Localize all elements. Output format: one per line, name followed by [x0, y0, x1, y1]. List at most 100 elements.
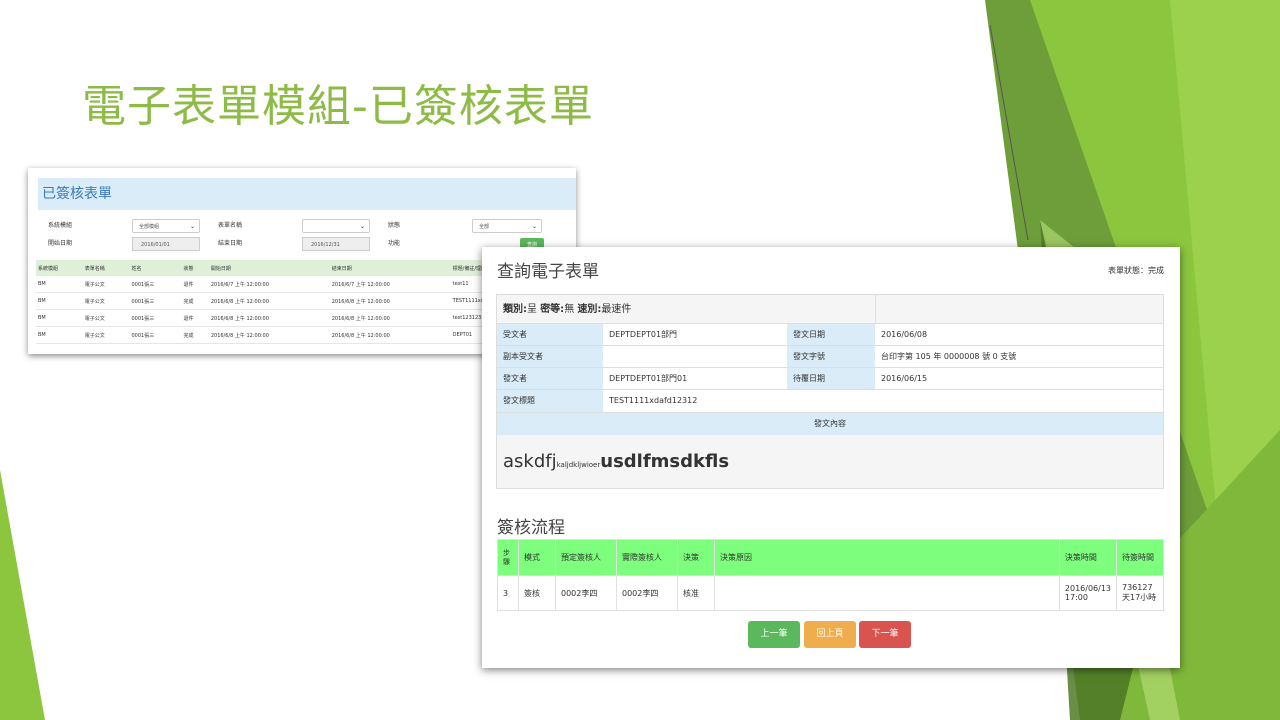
document-content: askdfjkaljdkljwioerusdlfmsdkfls [497, 435, 1163, 488]
category-label: 類別: [503, 304, 527, 315]
col-decision: 決策 [677, 539, 715, 576]
cell: 電子公文 [82, 276, 130, 293]
document-box: 類別:呈 密等:無 速別:最速件 受文者 DEPTDEPT01部門 發文日期 2… [496, 294, 1164, 489]
function-label: 功能 [388, 240, 401, 247]
cell: 0001張三 [129, 292, 182, 310]
chevron-down-icon: ⌄ [359, 223, 365, 230]
doc-no-value: 台印字第 105 年 0000008 號 0 支號 [881, 352, 1017, 361]
subject-label: 發文標題 [497, 390, 603, 412]
content-label: 發文內容 [497, 413, 1163, 435]
cell: 2016/6/8 上午 12:00:00 [208, 326, 330, 344]
content-part-3: usdlfmsdkfls [600, 451, 730, 472]
due-date-label: 待覆日期 [787, 368, 875, 389]
end-date-input[interactable]: 2016/12/31 [302, 237, 370, 251]
col-actual-approver: 實際簽核人 [616, 539, 678, 576]
system-module-value: 全部模組 [139, 224, 160, 230]
cell: 2016/6/7 上午 12:00:00 [208, 276, 330, 293]
col-decision-time: 決策時間 [1058, 539, 1118, 576]
field-row: 發文者 DEPTDEPT01部門01 待覆日期 2016/06/15 [497, 368, 1163, 390]
cell: 2016/6/8 上午 12:00:00 [208, 309, 330, 327]
form-name-select[interactable]: ⌄ [302, 219, 370, 233]
prev-record-button[interactable]: 上一筆 [748, 621, 800, 648]
end-date-label: 結束日期 [218, 240, 243, 247]
field-row: 副本受文者 發文字號 台印字第 105 年 0000008 號 0 支號 [497, 346, 1163, 368]
cell: BM [36, 309, 83, 327]
content-part-2: kaljdkljwioer [556, 461, 601, 469]
secret-label: 密等: [540, 304, 565, 315]
cell [714, 575, 1060, 611]
field-row: 發文標題 TEST1111xdafd12312 [497, 390, 1163, 413]
type-row: 類別:呈 密等:無 速別:最速件 [497, 295, 1163, 324]
speed-value: 最速件 [601, 304, 632, 315]
type-row-empty [875, 295, 1163, 323]
cell: 2016/6/8 上午 12:00:00 [329, 309, 451, 327]
col-step: 步驟 [497, 539, 519, 576]
cell: 核准 [677, 575, 715, 611]
flow-header-row: 步驟 模式 預定簽核人 實際簽核人 決策 決策原因 決策時間 待簽時間 [497, 539, 1164, 576]
col-name: 姓名 [129, 260, 182, 276]
form-status: 表單狀態：完成 [1108, 266, 1164, 275]
due-date-value: 2016/06/15 [881, 374, 928, 383]
content-part-1: askdfj [503, 451, 557, 472]
slide-title: 電子表單模組-已簽核表單 [82, 81, 594, 132]
col-planned-approver: 預定簽核人 [555, 539, 617, 576]
back-button[interactable]: 回上頁 [804, 621, 856, 648]
system-module-select[interactable]: 全部模組 ⌄ [132, 219, 200, 233]
cell: BM [36, 276, 83, 293]
cell: 0001張三 [129, 276, 182, 293]
sender-value: DEPTDEPT01部門01 [609, 374, 688, 383]
cell: 電子公文 [82, 292, 130, 310]
speed-label: 速別: [577, 304, 602, 315]
cell: 2016/6/7 上午 12:00:00 [329, 276, 451, 293]
recipient-value: DEPTDEPT01部門 [609, 330, 678, 339]
cell: 電子公文 [82, 309, 130, 327]
cell: 完成 [181, 292, 209, 310]
cell: 完成 [181, 326, 209, 344]
start-date-input[interactable]: 2016/01/01 [132, 237, 200, 251]
cell: 0002李四 [555, 575, 617, 611]
cell: 2016/6/8 上午 12:00:00 [208, 292, 330, 310]
status-value: 全部 [479, 224, 490, 230]
cell: BM [36, 292, 83, 310]
chevron-down-icon: ⌄ [189, 223, 195, 230]
cell: 736127天17小時 [1116, 575, 1164, 611]
next-record-button[interactable]: 下一筆 [859, 621, 911, 648]
cell: 0002李四 [616, 575, 678, 611]
cell: 2016/06/13 17:00 [1058, 575, 1118, 611]
col-form-name: 表單名稱 [82, 260, 130, 276]
cell: 3 [497, 575, 519, 611]
chevron-down-icon: ⌄ [531, 223, 537, 230]
cell: 2016/6/8 上午 12:00:00 [329, 292, 451, 310]
list-header: 已簽核表單 [38, 178, 576, 210]
secret-value: 無 [564, 304, 575, 315]
send-date-value: 2016/06/08 [881, 330, 928, 339]
col-pending-time: 待簽時間 [1116, 539, 1164, 576]
cc-value [603, 346, 787, 367]
detail-title: 查詢電子表單 [497, 262, 599, 282]
col-start-date: 開始日期 [208, 260, 330, 276]
system-module-label: 系統模組 [48, 222, 73, 229]
cell: 電子公文 [82, 326, 130, 344]
doc-no-label: 發文字號 [787, 346, 875, 367]
flow-title: 簽核流程 [497, 518, 565, 538]
status-select[interactable]: 全部 ⌄ [472, 219, 542, 233]
approval-flow-table: 步驟 模式 預定簽核人 實際簽核人 決策 決策原因 決策時間 待簽時間 3 簽核… [497, 539, 1164, 611]
col-mode: 模式 [518, 539, 556, 576]
cell: 2016/6/8 上午 12:00:00 [329, 326, 451, 344]
col-status: 狀態 [181, 260, 209, 276]
type-line: 類別:呈 密等:無 速別:最速件 [497, 295, 875, 323]
cell: BM [36, 326, 83, 344]
form-name-label: 表單名稱 [218, 222, 243, 229]
field-row: 受文者 DEPTDEPT01部門 發文日期 2016/06/08 [497, 324, 1163, 346]
status-label: 狀態 [388, 222, 401, 229]
send-date-label: 發文日期 [787, 324, 875, 345]
subject-value: TEST1111xdafd12312 [609, 396, 698, 405]
col-system-module: 系統模組 [36, 260, 83, 276]
form-detail-screenshot: 查詢電子表單 表單狀態：完成 類別:呈 密等:無 速別:最速件 受文者 DEPT… [482, 247, 1180, 668]
col-end-date: 結束日期 [329, 260, 451, 276]
category-value: 呈 [527, 304, 537, 315]
col-decision-reason: 決策原因 [714, 539, 1060, 576]
cell: 0001張三 [129, 326, 182, 344]
table-row: 3 簽核 0002李四 0002李四 核准 2016/06/13 17:00 7… [497, 575, 1164, 611]
cell: 退件 [181, 276, 209, 293]
